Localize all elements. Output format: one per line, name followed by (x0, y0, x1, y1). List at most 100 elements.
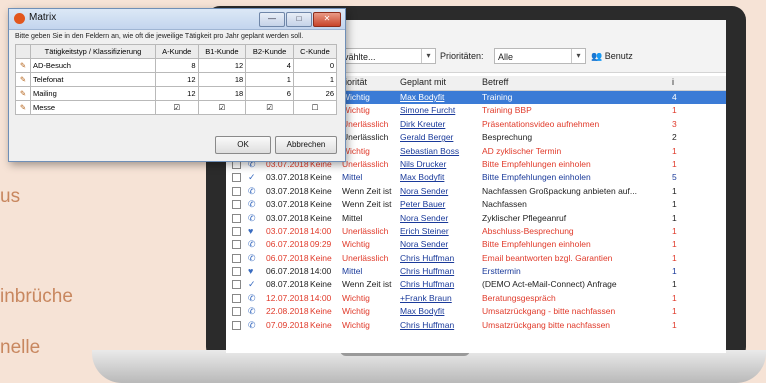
grid-header-a: A-Kunde (155, 44, 199, 59)
row-subject: Bitte Empfehlungen einholen (482, 172, 591, 183)
row-extra: 1 (672, 239, 677, 250)
dialog-titlebar[interactable]: Matrix — □ ✕ (9, 9, 345, 30)
row-time: Keine (310, 172, 332, 183)
table-row[interactable]: ✆ 12.07.2018 14:00 Wichtig +Frank Braun Berat… (226, 292, 726, 305)
row-planned-with[interactable]: +Frank Braun (400, 293, 452, 303)
grid-cell-checkbox[interactable]: ☑ (245, 100, 294, 115)
grid-cell-input[interactable]: 12 (197, 58, 247, 73)
row-planned-with[interactable]: Chris Huffman (400, 320, 454, 330)
row-planned-with[interactable]: Sebastian Boss (400, 146, 459, 156)
row-date: 03.07.2018 (266, 199, 309, 210)
user-button[interactable]: 👥 Benutz (591, 48, 633, 64)
table-row[interactable]: ✆ 03.07.2018 Keine Wenn Zeit ist Nora Sender… (226, 185, 726, 198)
row-planned-with[interactable]: Max Bodyfit (400, 92, 444, 102)
close-button[interactable]: ✕ (313, 12, 341, 27)
row-planned-with[interactable]: Max Bodyfit (400, 172, 444, 182)
row-planned-with[interactable]: Chris Huffman (400, 253, 454, 263)
row-extra: 1 (672, 279, 677, 290)
row-date: 07.09.2018 (266, 319, 309, 330)
priority-select-value: Alle (498, 52, 514, 62)
grid-cell-checkbox[interactable]: ☑ (197, 100, 247, 115)
row-planned-with[interactable]: Simone Furcht (400, 105, 455, 115)
chevron-down-icon[interactable]: ▾ (421, 49, 435, 63)
row-subject: Präsentationsvideo aufnehmen (482, 118, 600, 129)
grid-cell-checkbox[interactable]: ☑ (155, 100, 199, 115)
row-planned-with[interactable]: Nils Drucker (400, 159, 446, 169)
row-date: 06.07.2018 (266, 239, 309, 250)
grid-header-type: Tätigkeitstyp / Klassifizierung (30, 44, 156, 59)
table-row[interactable]: ✆ 22.08.2018 Keine Wichtig Max Bodyfit Umsatz… (226, 305, 726, 318)
grid-cell-input[interactable]: 1 (245, 72, 294, 87)
header-subject[interactable]: Betreff (482, 77, 508, 87)
dialog-title: Matrix (29, 12, 57, 23)
row-planned-with[interactable]: Dirk Kreuter (400, 119, 445, 129)
row-planned-with[interactable]: Max Bodyfit (400, 306, 444, 316)
row-planned-with[interactable]: Nora Sender (400, 186, 448, 196)
pencil-icon: ✎ (15, 58, 31, 73)
grid-cell-input[interactable]: 12 (155, 72, 199, 87)
row-extra: 1 (672, 199, 677, 210)
phone-icon: ✆ (248, 185, 256, 196)
grid-row: ✎ Mailing 12 18 6 26 (15, 86, 338, 101)
heart-icon: ♥ (248, 266, 254, 277)
grid-cell-input[interactable]: 18 (197, 72, 247, 87)
row-date: 12.07.2018 (266, 292, 309, 303)
row-priority: Unerlässlich (342, 118, 389, 129)
grid-cell-input[interactable]: 12 (155, 86, 199, 101)
row-subject: (DEMO Act-eMail-Connect) Anfrage (482, 279, 617, 290)
row-planned-with[interactable]: Erich Steiner (400, 226, 449, 236)
row-extra: 1 (672, 212, 677, 223)
table-row[interactable]: ✓ 03.07.2018 Keine Mittel Max Bodyfit Bitte E… (226, 171, 726, 184)
table-row[interactable]: ✆ 07.09.2018 Keine Wichtig Chris Huffman Umsa… (226, 319, 726, 332)
grid-cell-input[interactable]: 6 (245, 86, 294, 101)
grid-cell-input[interactable]: 0 (292, 58, 338, 73)
pencil-icon: ✎ (15, 100, 31, 115)
row-date: 06.07.2018 (266, 266, 309, 277)
table-row[interactable]: ♥ 03.07.2018 14:00 Unerlässlich Erich Steine… (226, 225, 726, 238)
row-planned-with[interactable]: Gerald Berger (400, 132, 453, 142)
user-button-label: Benutz (604, 51, 633, 61)
row-planned-with[interactable]: Nora Sender (400, 239, 448, 249)
table-row[interactable]: ✓ 08.07.2018 Keine Wenn Zeit ist Chris Huffm… (226, 278, 726, 291)
maximize-button[interactable]: □ (286, 12, 312, 27)
table-row[interactable]: ♥ 06.07.2018 14:00 Mittel Chris Huffman Erstt… (226, 265, 726, 278)
table-row[interactable]: ✆ 03.07.2018 Keine Mittel Nora Sender Zyklisc… (226, 212, 726, 225)
grid-cell-input[interactable]: 26 (292, 86, 338, 101)
chevron-down-icon[interactable]: ▾ (571, 49, 585, 63)
cancel-button[interactable]: Abbrechen (275, 136, 337, 154)
table-row[interactable]: ✆ 06.07.2018 Keine Unerlässlich Chris Huffma… (226, 252, 726, 265)
ok-button[interactable]: OK (215, 136, 271, 154)
row-priority: Wichtig (342, 92, 370, 102)
row-subject: Umsatzrückgang bitte nachfassen (482, 319, 611, 330)
grid-cell-input[interactable]: 8 (155, 58, 199, 73)
table-row[interactable]: ✆ 03.07.2018 Keine Wenn Zeit ist Peter Bauer… (226, 198, 726, 211)
row-time: Keine (310, 252, 332, 263)
grid-row-label: Messe (30, 100, 156, 115)
grid-cell-input[interactable]: 18 (197, 86, 247, 101)
row-date: 03.07.2018 (266, 172, 309, 183)
phone-icon: ✆ (248, 212, 256, 223)
row-planned-with[interactable]: Peter Bauer (400, 199, 445, 209)
row-extra: 1 (672, 225, 677, 236)
row-date: 08.07.2018 (266, 279, 309, 290)
grid-cell-checkbox[interactable]: ☐ (292, 100, 338, 115)
grid-cell-input[interactable]: 1 (292, 72, 338, 87)
row-planned-with[interactable]: Nora Sender (400, 213, 448, 223)
row-subject: Abschluss-Besprechung (482, 225, 574, 236)
header-extra[interactable]: i (672, 77, 674, 87)
row-priority: Mittel (342, 212, 363, 223)
row-subject: Nachfassen (482, 199, 527, 210)
minimize-button[interactable]: — (259, 12, 285, 27)
filter-combo[interactable]: vählte... ▾ (340, 48, 436, 64)
header-planned-with[interactable]: Geplant mit (400, 77, 446, 87)
row-planned-with[interactable]: Chris Huffman (400, 279, 454, 289)
grid-cell-input[interactable]: 4 (245, 58, 294, 73)
row-planned-with[interactable]: Chris Huffman (400, 266, 454, 276)
table-row[interactable]: ✆ 06.07.2018 09:29 Wichtig Nora Sender Bitte … (226, 238, 726, 251)
priority-select[interactable]: Alle ▾ (494, 48, 586, 64)
row-time: Keine (310, 199, 332, 210)
grid-row-label: Mailing (30, 86, 156, 101)
row-time: 14:00 (310, 292, 332, 303)
row-subject: Training BBP (482, 105, 532, 116)
phone-icon: ✆ (248, 239, 256, 250)
